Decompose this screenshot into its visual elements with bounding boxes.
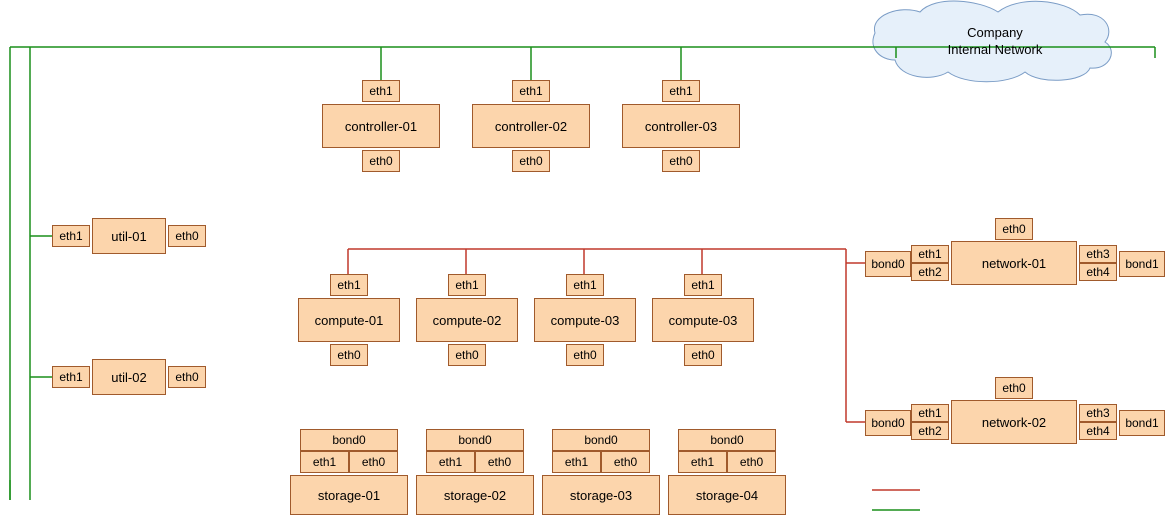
- controller-02-eth0-port: eth0: [512, 150, 550, 172]
- controller-01-eth0-port: eth0: [362, 150, 400, 172]
- util-01-eth0-port: eth0: [168, 225, 206, 247]
- storage-01-bond0-port: bond0: [300, 429, 398, 451]
- compute-03-node: compute-03: [534, 298, 636, 342]
- cloud-company-internal-network: Company Internal Network: [910, 25, 1080, 59]
- cloud-line2: Internal Network: [948, 42, 1043, 57]
- network-02-eth0-port: eth0: [995, 377, 1033, 399]
- controller-03-eth0-port: eth0: [662, 150, 700, 172]
- util-02-eth1-port: eth1: [52, 366, 90, 388]
- compute-04-eth0-port: eth0: [684, 344, 722, 366]
- util-02-node: util-02: [92, 359, 166, 395]
- util-01-eth1-port: eth1: [52, 225, 90, 247]
- network-02-eth2-port: eth2: [911, 422, 949, 440]
- compute-02-node: compute-02: [416, 298, 518, 342]
- util-01-node: util-01: [92, 218, 166, 254]
- compute-01-eth1-port: eth1: [330, 274, 368, 296]
- storage-04-eth1-port: eth1: [678, 451, 727, 473]
- storage-02-eth1-port: eth1: [426, 451, 475, 473]
- storage-01-eth0-port: eth0: [349, 451, 398, 473]
- controller-01-eth1-port: eth1: [362, 80, 400, 102]
- compute-02-eth0-port: eth0: [448, 344, 486, 366]
- storage-01-eth1-port: eth1: [300, 451, 349, 473]
- network-01-bond1-port: bond1: [1119, 251, 1165, 277]
- network-02-bond1-port: bond1: [1119, 410, 1165, 436]
- compute-01-eth0-port: eth0: [330, 344, 368, 366]
- network-02-eth3-port: eth3: [1079, 404, 1117, 422]
- storage-02-node: storage-02: [416, 475, 534, 515]
- network-01-eth1-port: eth1: [911, 245, 949, 263]
- storage-04-eth0-port: eth0: [727, 451, 776, 473]
- storage-02-bond0-port: bond0: [426, 429, 524, 451]
- network-02-node: network-02: [951, 400, 1077, 444]
- compute-03-eth1-port: eth1: [566, 274, 604, 296]
- compute-04-eth1-port: eth1: [684, 274, 722, 296]
- storage-02-eth0-port: eth0: [475, 451, 524, 473]
- network-01-eth4-port: eth4: [1079, 263, 1117, 281]
- network-01-eth0-port: eth0: [995, 218, 1033, 240]
- storage-03-eth1-port: eth1: [552, 451, 601, 473]
- controller-03-eth1-port: eth1: [662, 80, 700, 102]
- compute-02-eth1-port: eth1: [448, 274, 486, 296]
- storage-03-bond0-port: bond0: [552, 429, 650, 451]
- storage-03-node: storage-03: [542, 475, 660, 515]
- storage-04-bond0-port: bond0: [678, 429, 776, 451]
- network-02-eth1-port: eth1: [911, 404, 949, 422]
- network-01-eth2-port: eth2: [911, 263, 949, 281]
- network-01-node: network-01: [951, 241, 1077, 285]
- cloud-line1: Company: [967, 25, 1023, 40]
- compute-04-node: compute-03: [652, 298, 754, 342]
- compute-03-eth0-port: eth0: [566, 344, 604, 366]
- compute-01-node: compute-01: [298, 298, 400, 342]
- storage-04-node: storage-04: [668, 475, 786, 515]
- diagram-canvas: { "cloud": {"line1": "Company", "line2":…: [0, 0, 1174, 531]
- controller-02-eth1-port: eth1: [512, 80, 550, 102]
- controller-02-node: controller-02: [472, 104, 590, 148]
- controller-03-node: controller-03: [622, 104, 740, 148]
- network-01-eth3-port: eth3: [1079, 245, 1117, 263]
- storage-03-eth0-port: eth0: [601, 451, 650, 473]
- controller-01-node: controller-01: [322, 104, 440, 148]
- util-02-eth0-port: eth0: [168, 366, 206, 388]
- network-02-bond0-port: bond0: [865, 410, 911, 436]
- storage-01-node: storage-01: [290, 475, 408, 515]
- network-01-bond0-port: bond0: [865, 251, 911, 277]
- network-02-eth4-port: eth4: [1079, 422, 1117, 440]
